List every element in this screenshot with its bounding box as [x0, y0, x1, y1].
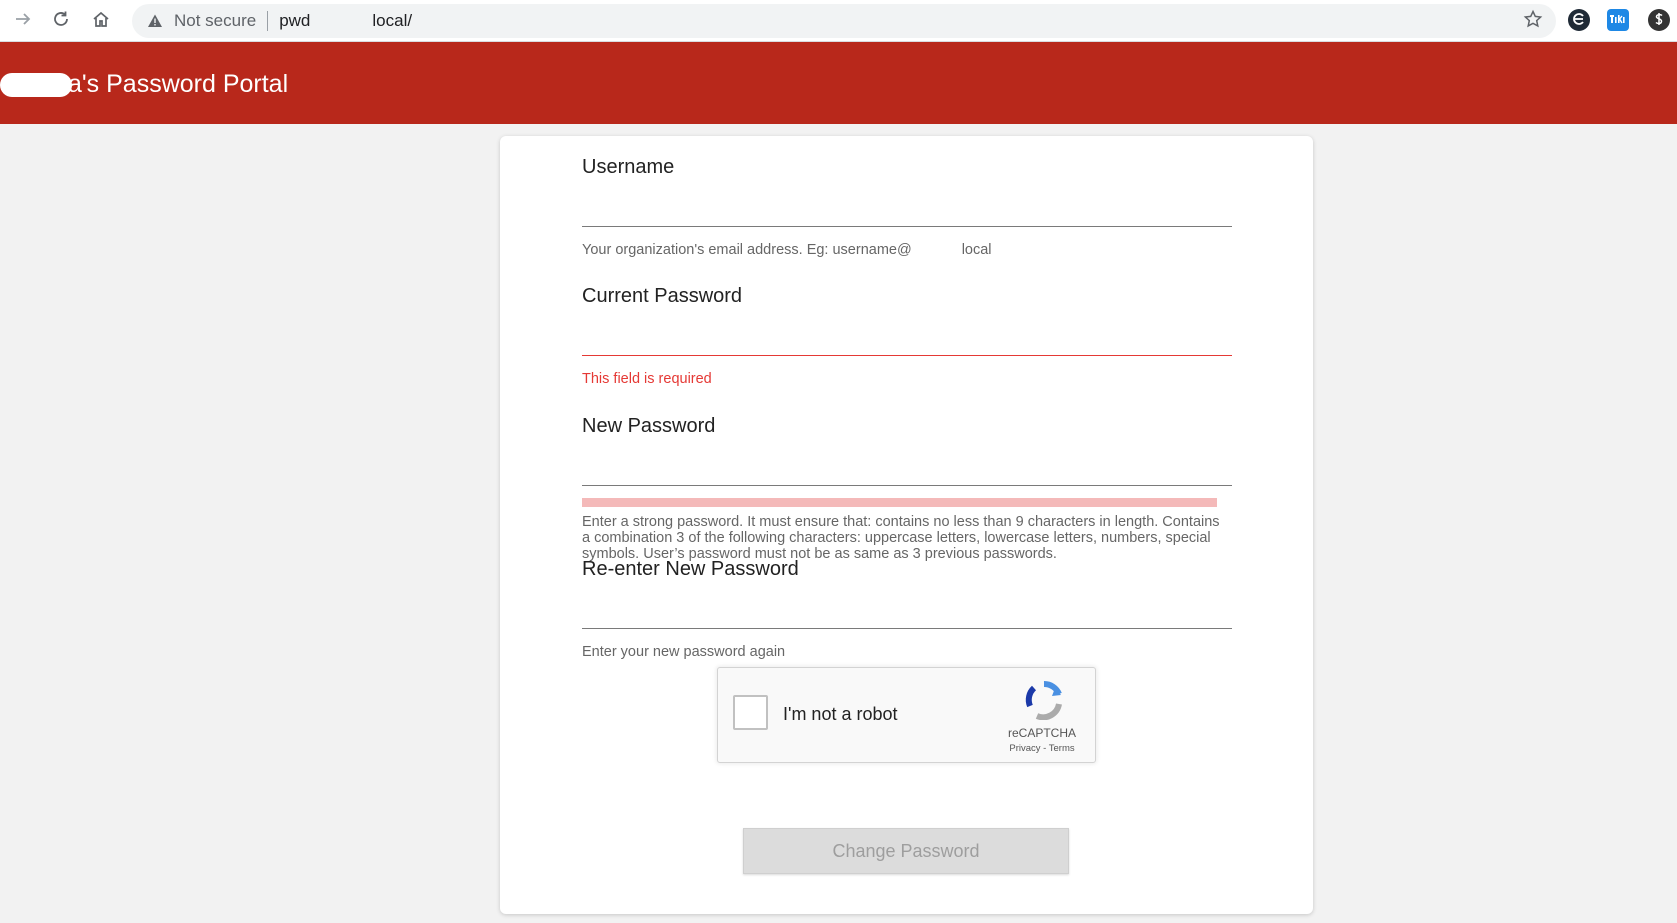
- recaptcha-brand: reCAPTCHA: [1007, 726, 1076, 740]
- change-password-button[interactable]: Change Password: [743, 828, 1069, 874]
- confirm-password-hint: Enter your new password again: [582, 644, 786, 660]
- tiki-icon: [1610, 14, 1626, 27]
- extension-tiki-button[interactable]: [1607, 9, 1629, 31]
- url-suffix: local/: [372, 11, 413, 30]
- home-icon: [91, 9, 111, 34]
- new-password-hint: Enter a strong password. It must ensure …: [582, 514, 1220, 562]
- bookmark-button[interactable]: [1520, 8, 1546, 34]
- password-strength-bar: [582, 498, 1217, 507]
- confirm-password-underline: [582, 628, 1232, 629]
- recaptcha-logo-icon: [1022, 680, 1066, 721]
- address-separator: [267, 11, 269, 31]
- app-header: a's Password Portal: [0, 42, 1677, 124]
- confirm-password-label: Re-enter New Password: [582, 558, 799, 580]
- recaptcha-privacy-terms-link[interactable]: Privacy - Terms: [992, 743, 1092, 754]
- username-label: Username: [582, 156, 675, 178]
- confirm-password-field: Re-enter New Password Enter your new pas…: [582, 558, 1232, 660]
- page-title-text: a's Password Portal: [68, 70, 289, 98]
- address-bar[interactable]: Not secure pwd local/: [132, 4, 1556, 38]
- username-underline: [582, 226, 1232, 227]
- recaptcha-label: I'm not a robot: [783, 704, 898, 724]
- current-password-field: Current Password This field is required: [582, 285, 1232, 387]
- current-password-error: This field is required: [582, 371, 712, 387]
- new-password-input[interactable]: [582, 455, 1232, 483]
- new-password-underline: [582, 485, 1232, 486]
- current-password-label: Current Password: [582, 285, 743, 307]
- reload-button[interactable]: [48, 8, 74, 34]
- username-input[interactable]: [582, 196, 1232, 224]
- username-hint-text: Your organization's email address. Eg: u…: [582, 242, 912, 258]
- extension-e-button[interactable]: [1568, 9, 1590, 31]
- browser-toolbar: Not secure pwd local/: [0, 0, 1677, 42]
- arrow-right-icon: [13, 9, 33, 34]
- warning-icon: [146, 12, 164, 30]
- username-hint: Your organization's email address. Eg: u…: [582, 242, 1222, 258]
- recaptcha-checkbox[interactable]: [733, 695, 768, 730]
- forward-button[interactable]: [10, 8, 36, 34]
- recaptcha-widget: I'm not a robot reCAPTCHA Privacy - Term…: [717, 667, 1096, 763]
- url-prefix: pwd: [279, 11, 311, 30]
- page-title: a's Password Portal: [0, 70, 288, 99]
- reload-icon: [51, 9, 71, 34]
- new-password-field: New Password Enter a strong password. It…: [582, 415, 1232, 562]
- username-field: Username Your organization's email addre…: [582, 156, 1232, 258]
- new-password-label: New Password: [582, 415, 716, 437]
- security-status[interactable]: Not secure: [174, 11, 256, 31]
- username-hint-suffix: local: [961, 242, 992, 258]
- confirm-password-input[interactable]: [582, 598, 1232, 626]
- current-password-underline: [582, 355, 1232, 356]
- title-redacted: [0, 73, 72, 98]
- extension-e-icon: [1572, 12, 1586, 29]
- home-button[interactable]: [88, 8, 114, 34]
- password-form-card: Username Your organization's email addre…: [500, 136, 1313, 914]
- dollar-icon: [1653, 12, 1665, 29]
- extension-dollar-button[interactable]: [1648, 9, 1670, 31]
- current-password-input[interactable]: [582, 325, 1232, 353]
- star-icon: [1523, 9, 1543, 34]
